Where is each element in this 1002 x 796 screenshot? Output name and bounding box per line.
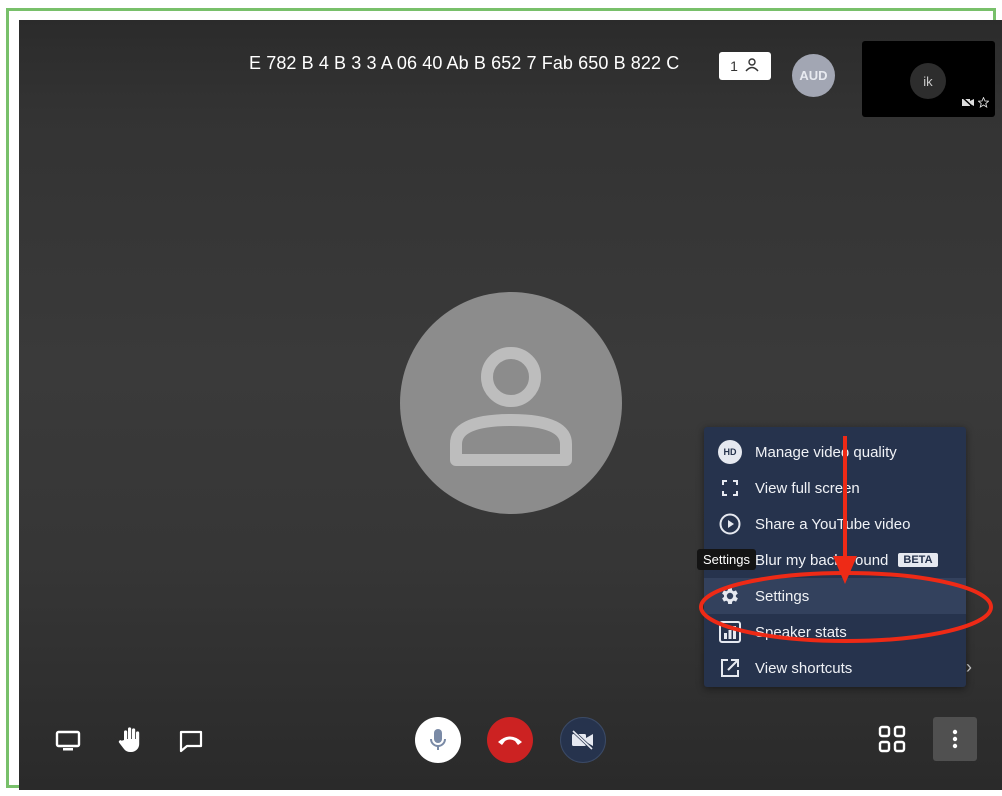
chat-icon [179, 730, 203, 753]
grid-icon [878, 725, 906, 753]
screen-share-icon [55, 730, 81, 751]
camera-off-icon [571, 730, 594, 750]
participant-count: 1 [730, 58, 738, 74]
phone-hangup-icon [498, 736, 522, 745]
raise-hand-button[interactable] [114, 723, 148, 757]
annotation-ellipse [699, 571, 993, 643]
chevron-right-icon: › [966, 657, 972, 677]
menu-item-label: Manage video quality [755, 443, 897, 461]
participants-icon [744, 57, 760, 76]
share-screen-button[interactable] [51, 725, 85, 757]
tile-view-button[interactable] [875, 722, 909, 756]
menu-item-label: View shortcuts [755, 659, 853, 677]
remote-participant-avatar[interactable]: AUD [792, 54, 835, 97]
hd-icon: HD [717, 439, 743, 465]
user-placeholder-icon [450, 347, 572, 466]
local-video-thumbnail[interactable]: ik [862, 41, 995, 117]
external-link-icon [717, 655, 743, 681]
fullscreen-icon [717, 475, 743, 501]
camera-toggle-button[interactable] [560, 717, 606, 763]
more-vertical-icon [952, 729, 958, 749]
beta-badge: BETA [898, 553, 938, 567]
hand-icon [118, 727, 140, 752]
annotation-arrow [833, 436, 857, 584]
star-icon [977, 96, 990, 111]
dominant-speaker-avatar [400, 292, 622, 514]
menu-item-view-shortcuts[interactable]: View shortcuts [704, 650, 966, 686]
more-actions-button[interactable] [933, 717, 977, 761]
camera-off-icon [961, 96, 975, 111]
participant-count-button[interactable]: 1 [719, 52, 771, 80]
chat-button[interactable] [174, 725, 208, 757]
hangup-button[interactable] [487, 717, 533, 763]
conference-title: E 782 B 4 B 3 3 A 06 40 Ab B 652 7 Fab 6… [249, 53, 680, 73]
microphone-icon [430, 729, 446, 750]
local-avatar: ik [910, 63, 946, 99]
conference-stage: E 782 B 4 B 3 3 A 06 40 Ab B 652 7 Fab 6… [19, 20, 1002, 790]
microphone-button[interactable] [415, 717, 461, 763]
play-circle-icon [717, 511, 743, 537]
